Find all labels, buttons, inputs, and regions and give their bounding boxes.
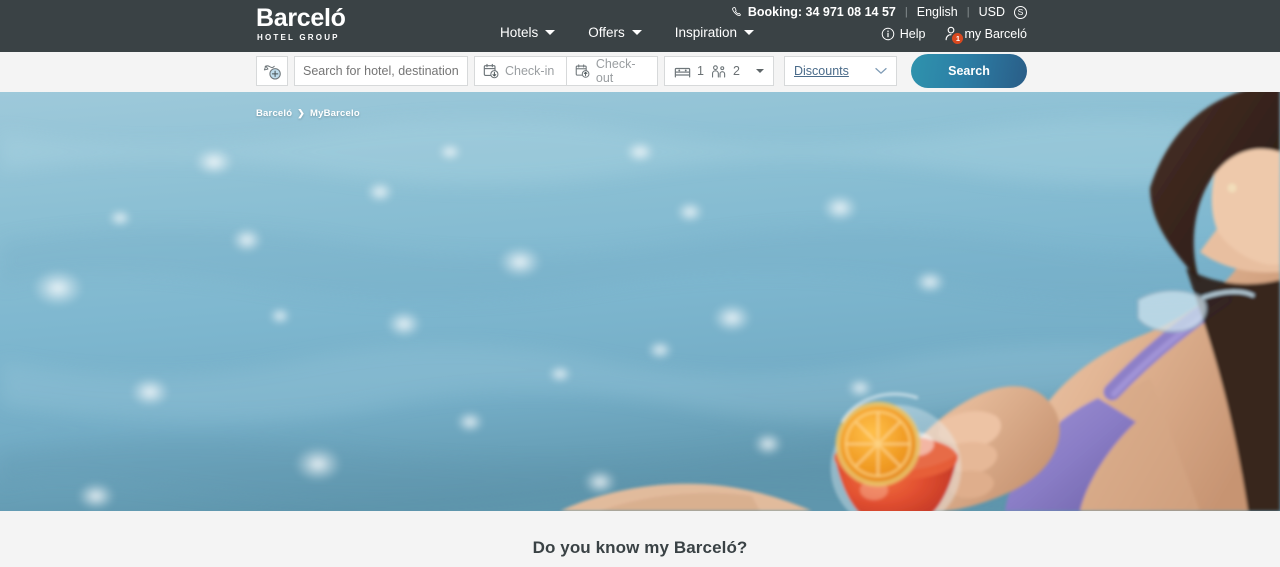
search-button[interactable]: Search bbox=[911, 54, 1027, 88]
utility-separator-2: | bbox=[966, 6, 970, 18]
discounts-selector[interactable]: Discounts bbox=[784, 56, 897, 86]
search-input[interactable] bbox=[303, 64, 459, 78]
rooms-count: 1 bbox=[697, 64, 704, 78]
utility-row-top: Booking: 34 971 08 14 57 | English | USD… bbox=[731, 5, 1027, 19]
language-selector[interactable]: English bbox=[917, 5, 958, 19]
map-location-add-icon bbox=[263, 64, 281, 80]
language-label: English bbox=[916, 5, 958, 19]
brand-logo[interactable]: Barceló HOTEL GROUP bbox=[256, 6, 346, 42]
help-link[interactable]: Help bbox=[881, 26, 926, 41]
person-icon: 1 bbox=[943, 26, 964, 44]
chevron-down-icon bbox=[744, 30, 755, 35]
chevron-down-icon bbox=[631, 30, 642, 35]
breadcrumb-separator-icon: ❯ bbox=[297, 108, 306, 118]
occupancy-selector[interactable]: 1 2 bbox=[664, 56, 774, 86]
breadcrumb: Barceló ❯ MyBarcelo bbox=[256, 108, 360, 119]
chevron-down-icon bbox=[545, 30, 556, 35]
checkout-label: Check-out bbox=[595, 57, 636, 85]
my-barcelo-label: my Barceló bbox=[964, 26, 1027, 41]
calendar-arrow-up-icon bbox=[575, 64, 590, 78]
search-bar-strip: Check-in Check-out bbox=[0, 52, 1280, 92]
guests-count: 2 bbox=[732, 64, 740, 78]
checkout-field[interactable]: Check-out bbox=[566, 56, 658, 86]
breadcrumb-item-current[interactable]: MyBarcelo bbox=[310, 108, 360, 119]
utility-row-bottom: Help 1 my Barceló bbox=[881, 26, 1027, 44]
hero-image bbox=[0, 92, 1280, 511]
discounts-label: Discounts bbox=[794, 64, 849, 78]
chevron-down-icon bbox=[875, 67, 887, 74]
nav-item-offers[interactable]: Offers bbox=[588, 25, 642, 40]
people-icon bbox=[711, 64, 726, 78]
nav-item-inspiration[interactable]: Inspiration bbox=[674, 25, 755, 40]
section-title: Do you know my Barceló? bbox=[532, 538, 748, 557]
currency-label: USD bbox=[978, 5, 1005, 19]
checkin-label: Check-in bbox=[505, 64, 555, 78]
main-navigation: Hotels Offers Inspiration bbox=[500, 25, 755, 40]
search-bar: Check-in Check-out bbox=[256, 54, 1027, 88]
nav-item-hotels[interactable]: Hotels bbox=[500, 25, 556, 40]
brand-logo-tagline: HOTEL GROUP bbox=[257, 33, 340, 42]
booking-phone-label: Booking: 34 971 08 14 57 bbox=[747, 5, 896, 19]
utility-separator-1: | bbox=[904, 6, 908, 18]
nav-item-hotels-label: Hotels bbox=[500, 25, 539, 40]
notification-badge: 1 bbox=[952, 33, 964, 44]
nav-item-inspiration-label: Inspiration bbox=[674, 25, 738, 40]
calendar-arrow-down-icon bbox=[483, 63, 499, 79]
breadcrumb-item-root[interactable]: Barceló bbox=[256, 108, 292, 119]
intro-section: Do you know my Barceló? bbox=[0, 511, 1280, 567]
currency-symbol-icon: S bbox=[1014, 5, 1027, 19]
bed-icon bbox=[674, 67, 691, 77]
map-search-button[interactable] bbox=[256, 56, 288, 86]
phone-icon bbox=[732, 7, 741, 17]
date-range-group: Check-in Check-out bbox=[474, 56, 658, 86]
booking-phone[interactable]: Booking: 34 971 08 14 57 bbox=[731, 5, 896, 19]
hero-banner: Barceló ❯ MyBarcelo bbox=[0, 92, 1280, 511]
help-label: Help bbox=[899, 26, 926, 41]
brand-logo-name: Barceló bbox=[256, 4, 346, 32]
caret-down-icon bbox=[756, 69, 764, 73]
occupancy-values: 1 2 bbox=[674, 64, 740, 79]
top-header-bar: Barceló HOTEL GROUP Hotels Offers Inspir… bbox=[0, 0, 1280, 52]
info-circle-icon bbox=[881, 27, 895, 40]
my-barcelo-account-link[interactable]: 1 my Barceló bbox=[943, 26, 1027, 44]
currency-selector[interactable]: USD S bbox=[979, 5, 1027, 19]
destination-search-field[interactable] bbox=[294, 56, 468, 86]
checkin-field[interactable]: Check-in bbox=[474, 56, 566, 86]
nav-item-offers-label: Offers bbox=[588, 25, 625, 40]
